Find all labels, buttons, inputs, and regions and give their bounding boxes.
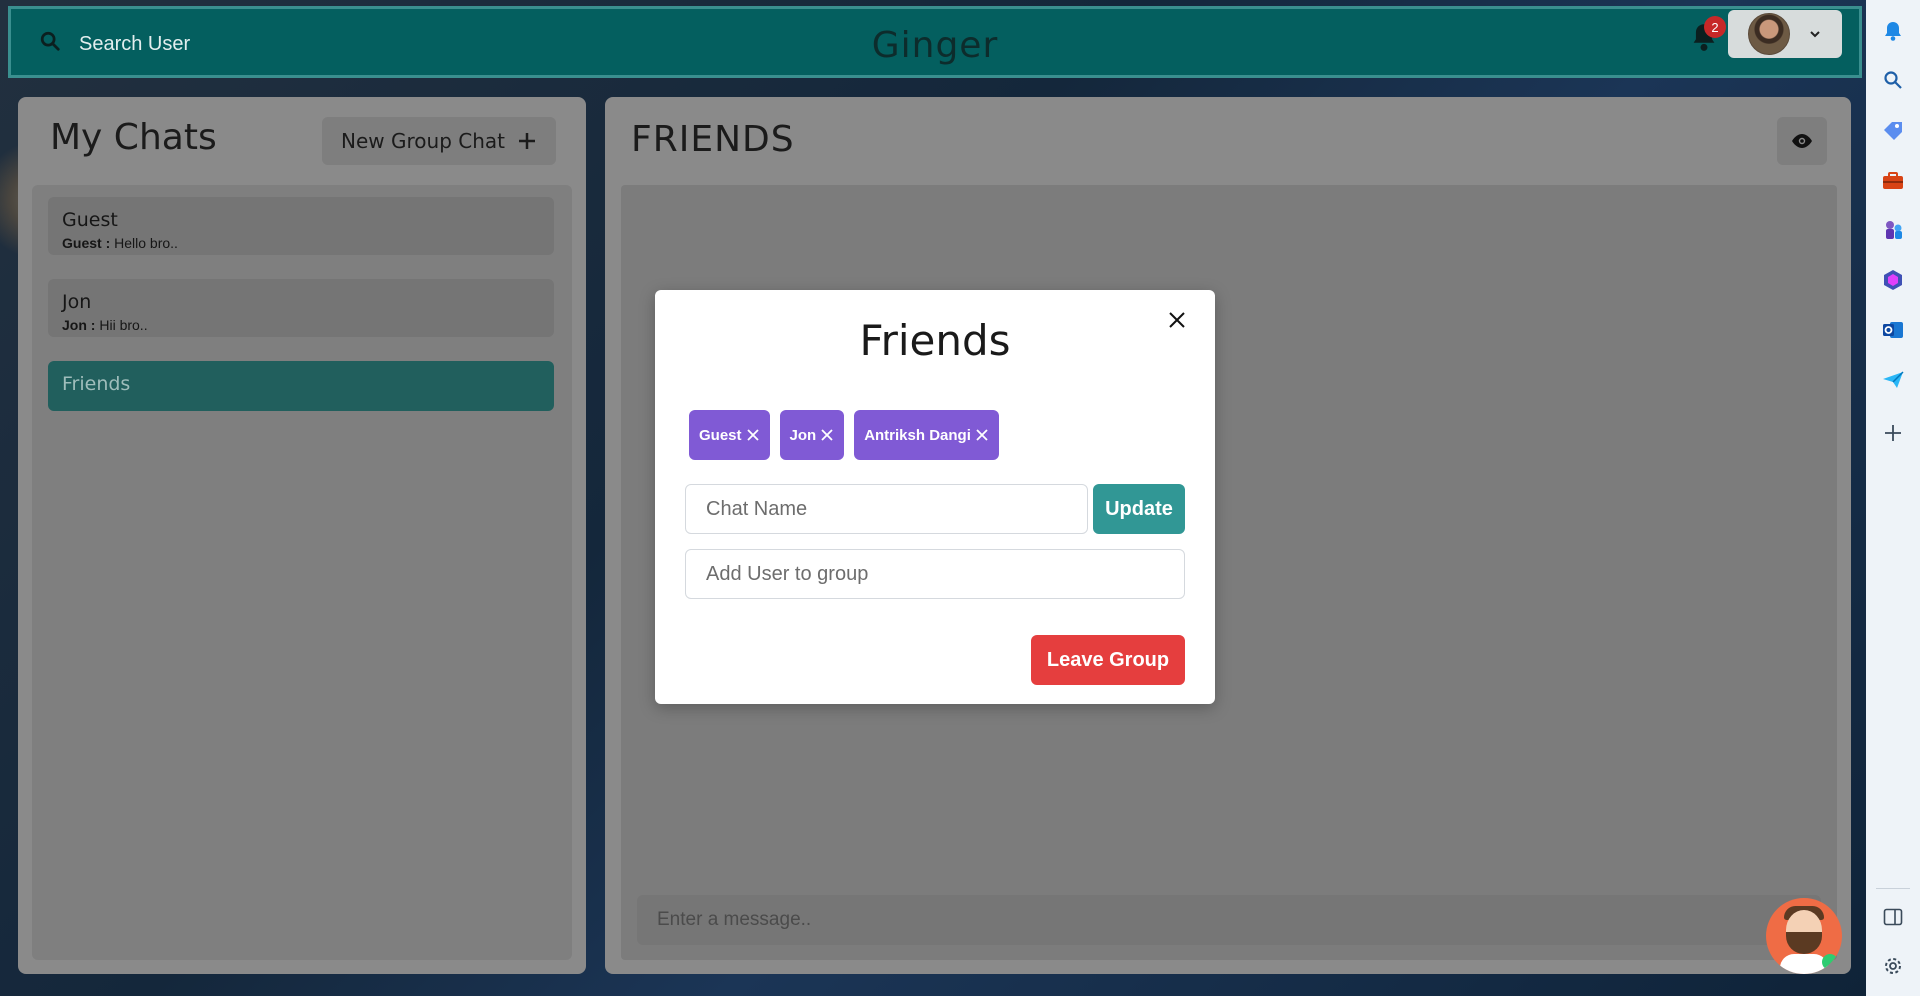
member-chip: Jon [779,410,845,460]
member-name: Guest [699,426,742,444]
eye-icon [1792,134,1812,148]
chat-name: Jon [62,291,92,313]
add-user-input[interactable] [685,549,1185,599]
send-icon[interactable] [1880,367,1906,393]
avatar [1748,13,1790,55]
avatar-beard [1786,932,1822,954]
chevron-down-icon [1810,31,1820,38]
member-name: Antriksh Dangi [864,426,971,444]
chat-preview: Jon : Hii bro.. [62,317,540,333]
bell-icon[interactable] [1880,18,1906,44]
chat-item-friends[interactable]: Friends [48,361,554,411]
new-group-chat-button[interactable]: New Group Chat [322,117,556,165]
panel-icon[interactable] [1880,904,1906,930]
chat-list: Guest Guest : Hello bro.. Jon Jon : Hii … [32,185,572,960]
panel-title: My Chats [50,117,217,158]
member-chip: Guest [689,410,770,460]
new-group-chat-label: New Group Chat [341,129,505,153]
profile-menu-button[interactable] [1728,10,1842,58]
plus-icon [518,133,535,149]
group-settings-modal: Friends Guest Jon Antriksh Dangi Update … [655,290,1215,704]
app-title: Ginger [871,25,999,66]
chat-name: Friends [62,373,131,395]
chat-preview: Guest : Hello bro.. [62,235,540,251]
chat-preview-message: Hello bro.. [114,235,178,251]
chat-title: FRIENDS [631,119,795,160]
remove-member-icon[interactable] [746,428,760,442]
browser-sidebar [1866,0,1920,996]
member-chip: Antriksh Dangi [854,410,999,460]
search-user-label: Search User [79,32,191,55]
assistant-avatar-button[interactable] [1766,898,1842,974]
member-name: Jon [789,426,817,444]
member-chips: Guest Jon Antriksh Dangi [689,410,999,460]
search-icon[interactable] [1880,67,1906,93]
tag-icon[interactable] [1880,117,1906,143]
close-icon[interactable] [1163,306,1191,334]
chat-name-input[interactable] [685,484,1088,534]
online-status-dot [1822,954,1838,970]
gear-icon[interactable] [1880,953,1906,979]
search-icon [39,30,61,58]
message-input[interactable] [637,895,1821,945]
leave-group-button[interactable]: Leave Group [1031,635,1185,685]
chat-name: Guest [62,209,118,231]
avatar-body [1780,954,1828,974]
chat-preview-sender: Jon : [62,317,96,333]
chess-icon[interactable] [1880,217,1906,243]
copilot-icon[interactable] [1880,267,1906,293]
my-chats-panel: My Chats New Group Chat Guest Guest : He… [18,97,586,974]
search-user-button[interactable]: Search User [39,27,190,61]
chat-preview-sender: Guest : [62,235,111,251]
outlook-icon[interactable] [1880,317,1906,343]
notification-badge: 2 [1704,16,1726,38]
remove-member-icon[interactable] [820,428,834,442]
plus-icon[interactable] [1880,420,1906,446]
view-group-button[interactable] [1777,117,1827,165]
sidebar-divider [1876,888,1910,889]
update-button[interactable]: Update [1093,484,1185,534]
top-bar: Search User Ginger [8,6,1862,78]
chat-preview-message: Hii bro.. [99,317,148,333]
briefcase-icon[interactable] [1880,168,1906,194]
remove-member-icon[interactable] [975,428,989,442]
chat-item-jon[interactable]: Jon Jon : Hii bro.. [48,279,554,337]
chat-item-guest[interactable]: Guest Guest : Hello bro.. [48,197,554,255]
modal-title: Friends [859,316,1011,365]
